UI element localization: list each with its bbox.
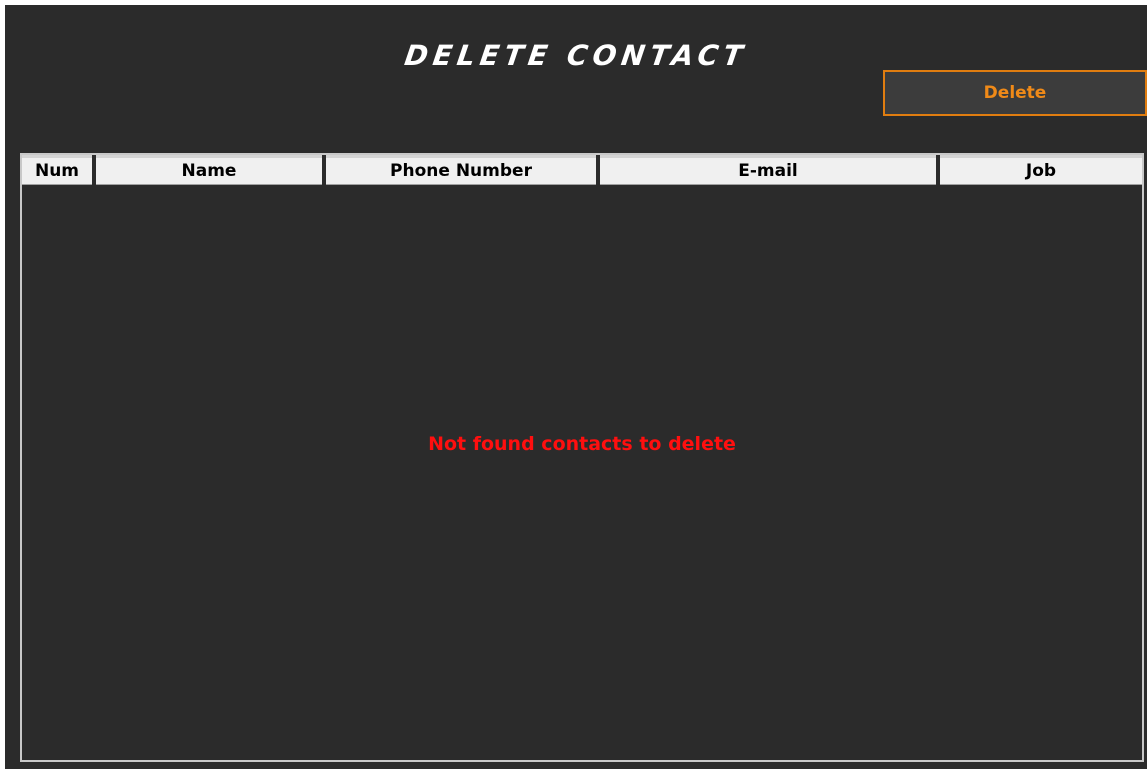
delete-contact-window: DELETE CONTACT Delete Num Name Phone Num… [5,5,1147,769]
page-title: DELETE CONTACT [402,39,750,72]
table-header: Num Name Phone Number E-mail Job [22,155,1142,185]
column-header-email[interactable]: E-mail [600,155,936,185]
contacts-table[interactable]: Num Name Phone Number E-mail Job Not fou… [20,153,1144,762]
empty-state-message: Not found contacts to delete [428,433,736,455]
delete-button[interactable]: Delete [883,70,1147,116]
column-header-phone[interactable]: Phone Number [326,155,596,185]
column-header-job[interactable]: Job [940,155,1142,185]
column-header-name[interactable]: Name [96,155,322,185]
column-header-num[interactable]: Num [22,155,92,185]
